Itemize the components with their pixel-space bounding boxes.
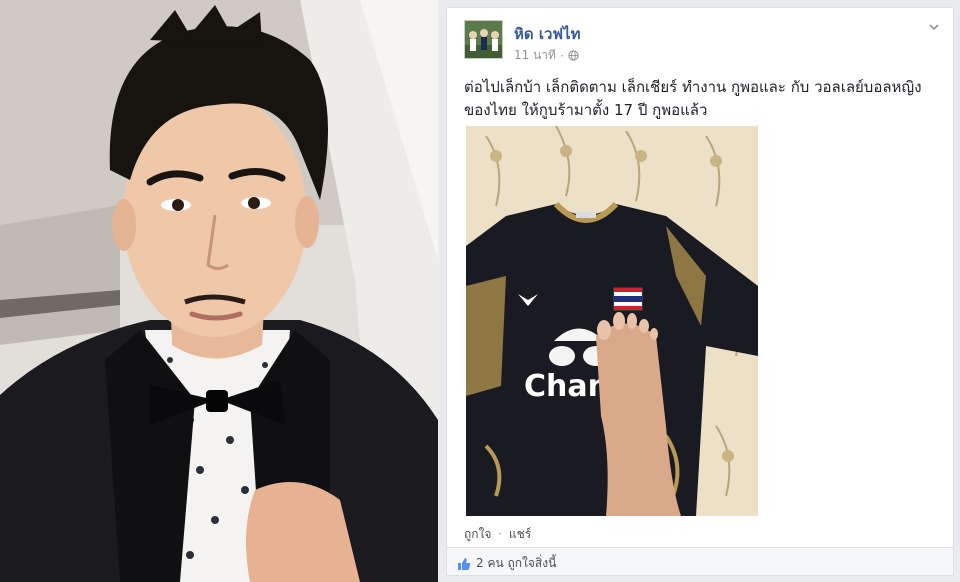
meta-dot: · [559, 48, 564, 63]
like-link[interactable]: ถูกใจ [464, 527, 491, 541]
likes-summary[interactable]: 2 คน ถูกใจสิ่งนี้ [476, 554, 556, 573]
post-text-line-2: ของไทย ให้กูบร้ามาตั้ง 17 ปี กูพอแล้ว [464, 101, 708, 119]
thai-flag-icon [613, 287, 643, 311]
action-separator: · [498, 527, 503, 541]
share-link[interactable]: แชร์ [509, 527, 531, 541]
post-text: ต่อไปเล็กบ้า เล็กติดตาม เล็กเชียร์ ทำงาน… [464, 76, 944, 122]
post-text-line-1: ต่อไปเล็กบ้า เล็กติดตาม เล็กเชียร์ ทำงาน… [464, 78, 922, 96]
post-card: หิด เวฟไท 11 นาที · ต่อไปเล็กบ้า เล็กติด… [446, 7, 954, 548]
author-name[interactable]: หิด เวฟไท [514, 22, 580, 46]
likes-bar: 2 คน ถูกใจสิ่งนี้ [446, 548, 954, 576]
post-actions: ถูกใจ · แชร์ [464, 525, 531, 544]
thumbs-up-icon [458, 557, 471, 570]
post-meta: 11 นาที · [514, 46, 579, 65]
post-timestamp[interactable]: 11 นาที [514, 46, 556, 65]
photo-brand-text: Chan [524, 369, 609, 404]
facebook-post: หิด เวฟไท 11 นาที · ต่อไปเล็กบ้า เล็กติด… [438, 0, 960, 582]
post-photo[interactable]: Chan [466, 126, 758, 516]
globe-icon[interactable] [568, 50, 579, 61]
chevron-down-icon[interactable] [927, 20, 941, 34]
author-avatar[interactable] [464, 20, 503, 59]
selfie-photo [0, 0, 438, 582]
